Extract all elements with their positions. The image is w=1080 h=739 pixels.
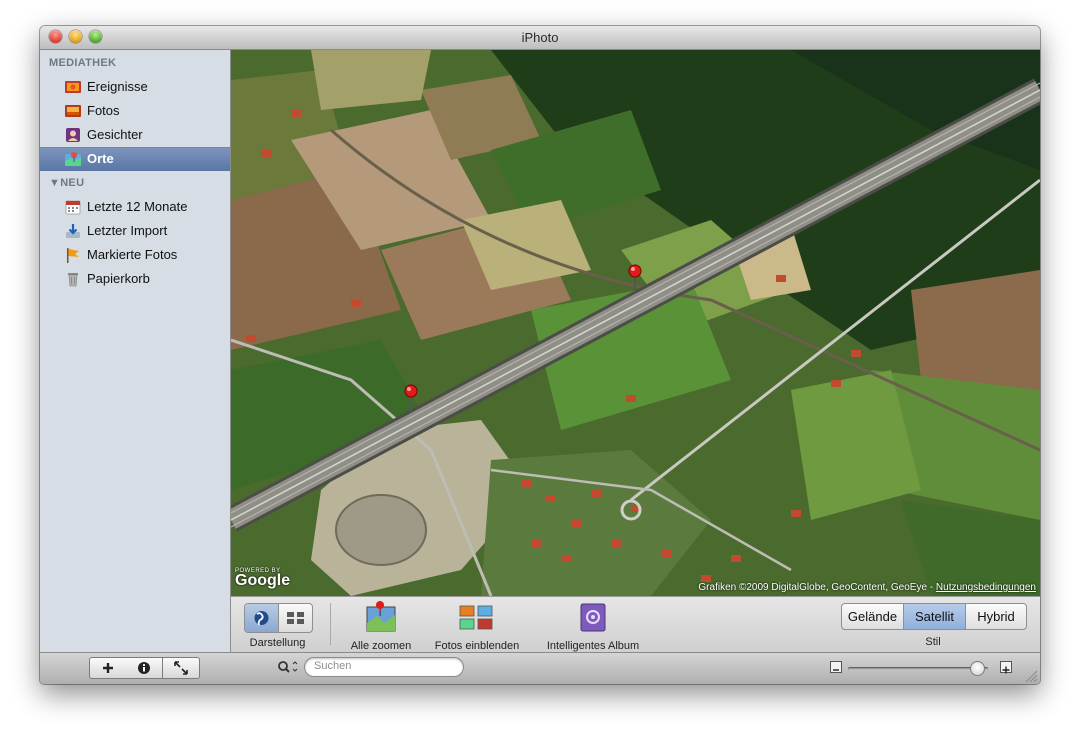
fotos-einblenden-label: Fotos einblenden [434,640,520,652]
section-header-neu[interactable]: ▼NEU [49,177,84,189]
zoom-all-map-icon [366,601,396,632]
view-mode-control[interactable] [244,603,313,633]
window-title: iPhoto [521,30,559,45]
sidebar-item-papierkorb[interactable]: Papierkorb [40,268,230,290]
globe-icon [254,611,269,626]
style-option-hybrid[interactable]: Hybrid [966,604,1026,629]
sidebar-item-label: Markierte Fotos [87,247,178,262]
satellite-imagery [231,50,1040,596]
grid-view-button[interactable] [279,604,312,632]
terms-link[interactable]: Nutzungsbedingungen [936,582,1036,593]
bottom-toolbar: Darstellung Alle zoomen Fotos einblenden [231,596,1040,653]
resize-grip-icon[interactable] [1022,667,1038,683]
sidebar-item-letzte-12-monate[interactable]: Letzte 12 Monate [40,196,230,218]
alle-zoomen-button[interactable]: Alle zoomen [341,601,421,652]
info-button[interactable] [126,657,163,679]
smart-album-icon [580,603,606,632]
section-header-mediathek: MEDIATHEK [49,57,117,69]
google-logo: POWERED BY Google [235,568,290,590]
sidebar-item-markierte-fotos[interactable]: Markierte Fotos [40,244,230,266]
trash-icon [68,273,78,287]
events-icon [65,81,81,93]
plus-small-icon [1002,666,1010,674]
places-icon [65,152,81,166]
fotos-einblenden-button[interactable]: Fotos einblenden [429,601,525,652]
photos-icon [65,105,81,117]
fullscreen-button[interactable] [163,657,200,679]
fullscreen-icon [174,661,188,675]
intelligentes-album-button[interactable]: Intelligentes Album [539,601,647,652]
zoom-in-icon[interactable] [1000,661,1012,674]
section-header-label: NEU [60,177,85,189]
sidebar-item-label: Papierkorb [87,271,150,286]
sidebar-item-label: Letzte 12 Monate [87,199,188,214]
map-view-button[interactable] [245,604,279,632]
style-option-gelaende[interactable]: Gelände [842,604,904,629]
zoom-slider-track[interactable] [848,667,988,671]
sidebar-item-label: Letzter Import [87,223,168,238]
darstellung-label: Darstellung [249,637,306,649]
zoom-slider-knob[interactable] [969,661,985,676]
sidebar-item-orte[interactable]: Orte [40,147,230,171]
alle-zoomen-label: Alle zoomen [350,640,412,652]
map-attribution-text: Grafiken ©2009 DigitalGlobe, GeoContent,… [698,582,934,593]
stil-label: Stil [925,636,941,648]
satellite-map[interactable]: POWERED BY Google Grafiken ©2009 Digital… [231,50,1040,596]
google-logo-text: Google [235,572,291,589]
iphoto-window: iPhoto MEDIATHEK Ereignisse Fotos Gesich… [40,26,1040,684]
style-option-satellit[interactable]: Satellit [904,604,966,629]
sidebar-item-label: Orte [87,151,114,166]
sidebar-item-ereignisse[interactable]: Ereignisse [40,76,230,98]
calendar-icon [65,200,81,215]
sidebar-item-label: Ereignisse [87,79,148,94]
title-bar: iPhoto [40,26,1040,50]
plus-icon [103,663,113,673]
search-icon[interactable] [272,657,304,677]
zoom-out-icon[interactable] [830,661,842,673]
grid-icon [287,612,304,624]
sidebar-item-gesichter[interactable]: Gesichter [40,124,230,146]
import-icon [66,224,80,238]
flag-icon [67,248,79,263]
show-photos-icon [459,605,493,630]
toolbar-separator [330,603,331,645]
sidebar-item-fotos[interactable]: Fotos [40,100,230,122]
faces-icon [66,128,80,142]
search-field[interactable]: Suchen [272,657,464,677]
window-bottom-bar: Suchen [40,652,1040,684]
sidebar-item-letzter-import[interactable]: Letzter Import [40,220,230,242]
sidebar-item-label: Fotos [87,103,120,118]
sidebar: MEDIATHEK Ereignisse Fotos Gesichter Ort… [40,50,231,652]
intelligentes-album-label: Intelligentes Album [546,640,640,652]
map-attribution: Grafiken ©2009 DigitalGlobe, GeoContent,… [698,582,1036,593]
info-icon [138,662,150,674]
minus-icon [833,669,839,671]
disclosure-triangle-icon[interactable]: ▼ [49,177,60,189]
add-button[interactable] [89,657,127,679]
search-input[interactable]: Suchen [304,657,464,677]
map-style-control[interactable]: Gelände Satellit Hybrid [841,603,1027,630]
search-placeholder: Suchen [314,660,352,672]
sidebar-item-label: Gesichter [87,127,143,142]
